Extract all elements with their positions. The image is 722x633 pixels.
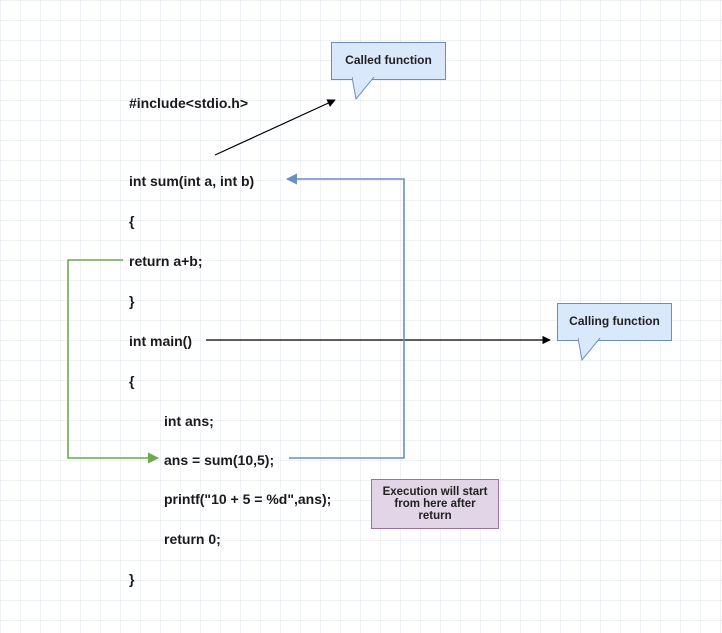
code-line-include: #include<stdio.h> [129,95,248,111]
code-line-return-sum: return a+b; [129,253,203,269]
callout-calling-label: Calling function [569,314,660,328]
note-execution-label: Execution will start from here after ret… [383,486,488,522]
callout-calling-function: Calling function [557,303,672,341]
code-line-sum-decl: int sum(int a, int b) [129,173,254,189]
callout-called-label: Called function [345,53,432,67]
callout-called-function: Called function [331,42,446,80]
arrow-call-flow [287,179,404,458]
code-line-brace-close1: } [129,293,134,309]
code-line-assign: ans = sum(10,5); [164,452,274,468]
note-execution-start: Execution will start from here after ret… [371,479,499,529]
code-line-return0: return 0; [164,531,221,547]
code-line-brace-close2: } [129,571,134,587]
code-line-brace-open1: { [129,213,134,229]
code-line-main-decl: int main() [129,333,192,349]
code-line-int-ans: int ans; [164,413,214,429]
arrow-return-flow [68,260,158,458]
code-line-brace-open2: { [129,373,134,389]
code-line-printf: printf("10 + 5 = %d",ans); [164,491,331,507]
